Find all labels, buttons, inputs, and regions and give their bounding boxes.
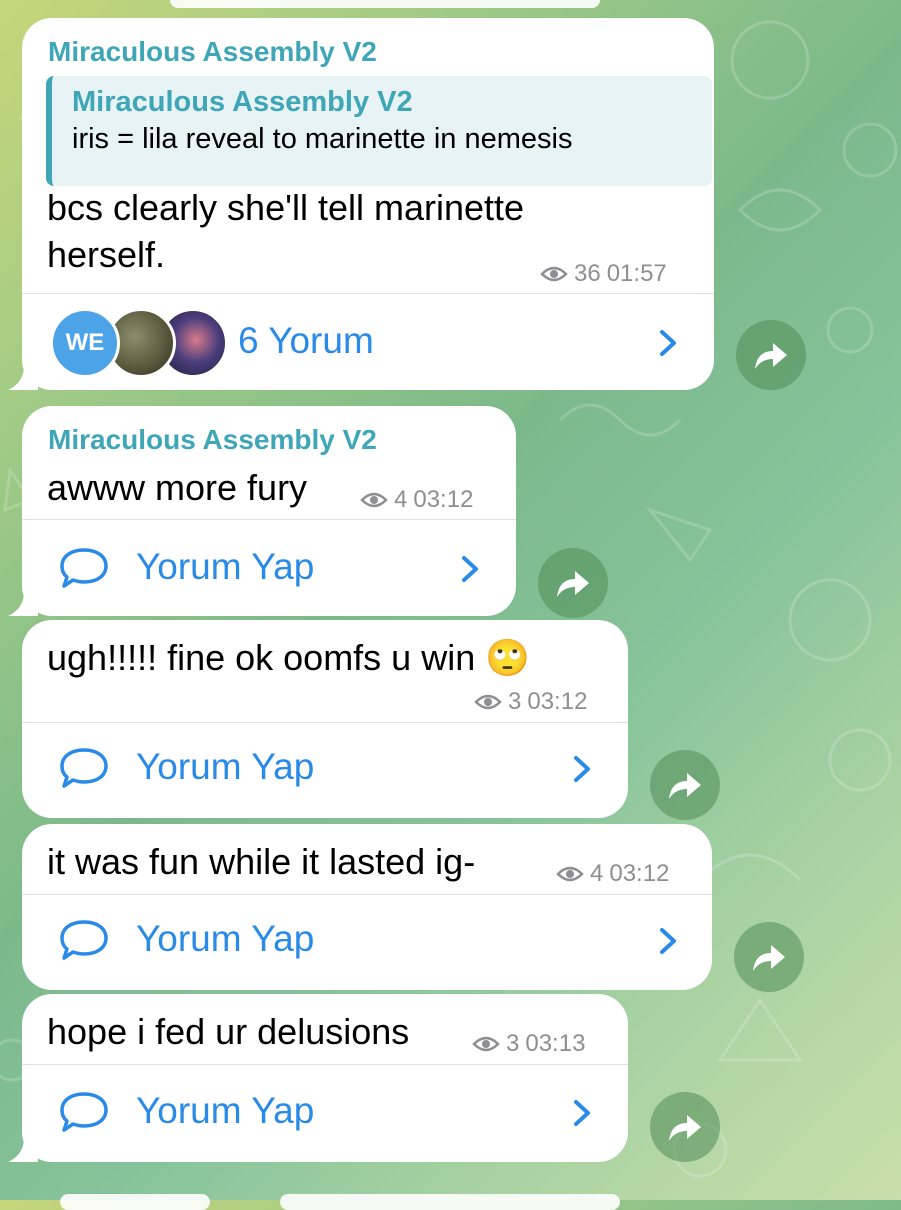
divider (22, 894, 712, 895)
avatar: WE (50, 308, 120, 378)
bubble-tail (8, 586, 38, 616)
previous-message-edge (170, 0, 600, 8)
share-arrow-icon (669, 773, 701, 799)
add-comment-link[interactable]: Yorum Yap (136, 918, 314, 960)
share-button[interactable] (736, 320, 806, 390)
message-time: 03:12 (527, 688, 588, 715)
share-button[interactable] (650, 1092, 720, 1162)
message-text: bcs clearly she'll tell marinette hersel… (47, 184, 524, 278)
eye-icon (556, 866, 584, 882)
message-meta: 36 01:57 (540, 260, 667, 288)
share-arrow-icon (753, 945, 785, 971)
eye-icon (360, 492, 388, 508)
chevron-right-icon[interactable] (572, 754, 592, 784)
message-time: 03:13 (525, 1030, 586, 1057)
message-meta: 3 03:12 (474, 688, 587, 716)
reply-sender: Miraculous Assembly V2 (72, 86, 413, 118)
chevron-right-icon[interactable] (658, 926, 678, 956)
view-count: 4 (590, 860, 604, 887)
message-time: 03:12 (413, 486, 474, 513)
speech-bubble-icon (60, 920, 108, 960)
bubble-tail (8, 360, 38, 390)
next-message-edge (280, 1194, 620, 1210)
chevron-right-icon[interactable] (460, 554, 480, 584)
sender-name[interactable]: Miraculous Assembly V2 (48, 36, 377, 68)
channel-post[interactable]: ugh!!!!! fine ok oomfs u win 🙄 3 03:12 Y… (22, 620, 628, 818)
message-text: it was fun while it lasted ig- (47, 841, 476, 882)
channel-post[interactable]: hope i fed ur delusions 3 03:13 Yorum Ya… (8, 994, 628, 1162)
add-comment-link[interactable]: Yorum Yap (136, 546, 314, 588)
view-count: 4 (394, 486, 408, 513)
comments-link[interactable]: 6 Yorum (238, 320, 374, 362)
divider (22, 293, 714, 294)
divider (22, 1064, 628, 1065)
chevron-right-icon[interactable] (572, 1098, 592, 1128)
reply-text: iris = lila reveal to marinette in nemes… (72, 123, 573, 155)
share-button[interactable] (538, 548, 608, 618)
bubble-tail (8, 1132, 38, 1162)
divider (22, 519, 516, 520)
message-text: ugh!!!!! fine ok oomfs u win 🙄 (47, 637, 531, 678)
eye-icon (540, 266, 568, 282)
chevron-right-icon[interactable] (658, 328, 678, 358)
share-arrow-icon (557, 571, 589, 597)
message-line: bcs clearly she'll tell marinette (47, 187, 525, 228)
view-count: 3 (506, 1030, 520, 1057)
share-arrow-icon (755, 343, 787, 369)
reply-quote[interactable]: Miraculous Assembly V2 iris = lila revea… (46, 76, 712, 186)
message-meta: 4 03:12 (556, 860, 669, 888)
share-arrow-icon (669, 1115, 701, 1141)
share-button[interactable] (650, 750, 720, 820)
message-text: hope i fed ur delusions (47, 1011, 410, 1052)
commenter-avatars[interactable]: WE (50, 308, 228, 380)
view-count: 36 (574, 260, 601, 287)
next-message-edge (60, 1194, 210, 1210)
sender-name[interactable]: Miraculous Assembly V2 (48, 424, 377, 456)
message-meta: 3 03:13 (472, 1030, 585, 1058)
share-button[interactable] (734, 922, 804, 992)
speech-bubble-icon (60, 548, 108, 588)
channel-post[interactable]: Miraculous Assembly V2 awww more fury 4 … (8, 406, 516, 616)
view-count: 3 (508, 688, 522, 715)
eye-icon (474, 694, 502, 710)
add-comment-link[interactable]: Yorum Yap (136, 746, 314, 788)
channel-post[interactable]: Miraculous Assembly V2 Miraculous Assemb… (8, 18, 714, 390)
message-text: awww more fury (47, 467, 308, 508)
speech-bubble-icon (60, 748, 108, 788)
message-meta: 4 03:12 (360, 486, 473, 514)
message-time: 01:57 (606, 260, 667, 287)
channel-post[interactable]: it was fun while it lasted ig- 4 03:12 Y… (22, 824, 712, 990)
speech-bubble-icon (60, 1092, 108, 1132)
divider (22, 722, 628, 723)
message-line: herself. (47, 234, 166, 275)
add-comment-link[interactable]: Yorum Yap (136, 1090, 314, 1132)
message-time: 03:12 (609, 860, 670, 887)
eye-icon (472, 1036, 500, 1052)
